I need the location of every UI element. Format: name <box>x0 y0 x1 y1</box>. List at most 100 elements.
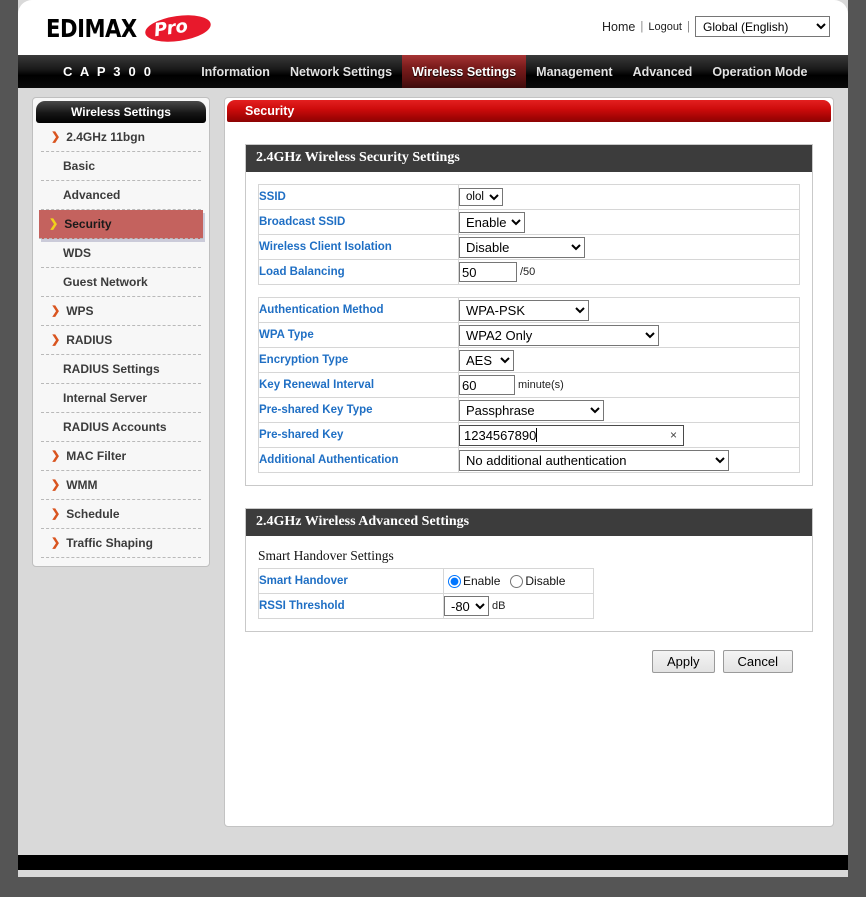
sidebar-item-basic[interactable]: Basic <box>41 152 201 181</box>
sidebar-item-advanced[interactable]: Advanced <box>41 181 201 210</box>
sidebar-list: ❯ 2.4GHz 11bgn Basic Advanced ❯ Security… <box>33 123 209 558</box>
encryption-type-label: Encryption Type <box>258 347 459 373</box>
sidebar-item-wmm[interactable]: ❯ WMM <box>41 471 201 500</box>
header-separator-2: | <box>687 20 690 33</box>
client-isolation-field-cell: Disable <box>458 234 800 260</box>
sidebar-item-label: Basic <box>63 159 96 173</box>
edimax-pro-logo: EDIMAX Pro <box>46 11 212 46</box>
sidebar-item-label: Advanced <box>63 188 121 202</box>
key-renewal-suffix: minute(s) <box>518 379 564 391</box>
auth-method-select[interactable]: WPA-PSK <box>459 299 589 321</box>
security-panel-title: 2.4GHz Wireless Security Settings <box>246 145 812 172</box>
clear-icon[interactable]: × <box>670 429 677 441</box>
logout-link[interactable]: Logout <box>648 21 682 33</box>
sidebar-item-label: 2.4GHz 11bgn <box>66 130 145 144</box>
sidebar-item-radius-settings[interactable]: RADIUS Settings <box>41 355 201 384</box>
smart-handover-table: Smart Handover Enable Disable RSSI Thres… <box>258 568 594 619</box>
sidebar-item-mac-filter[interactable]: ❯ MAC Filter <box>41 442 201 471</box>
header-links: Home | Logout | Global (English) <box>602 16 830 37</box>
sidebar-item-24ghz-11bgn[interactable]: ❯ 2.4GHz 11bgn <box>41 123 201 152</box>
load-balancing-suffix: /50 <box>520 266 536 278</box>
psk-type-select[interactable]: Passphrase <box>459 399 604 421</box>
encryption-type-select[interactable]: AES <box>459 349 514 371</box>
chevron-right-icon: ❯ <box>51 536 61 549</box>
table-row: RSSI Threshold -80 dB <box>258 593 594 619</box>
main-navigation: C A P 3 0 0 Information Network Settings… <box>18 55 848 91</box>
advanced-panel-body: Smart Handover Settings Smart Handover E… <box>246 536 812 631</box>
security-settings-panel: 2.4GHz Wireless Security Settings SSID o… <box>245 144 813 486</box>
load-balancing-input[interactable] <box>459 262 517 282</box>
apply-button[interactable]: Apply <box>652 650 715 673</box>
chevron-right-icon: ❯ <box>51 333 61 346</box>
table-row: Additional Authentication No additional … <box>258 447 800 473</box>
table-row: WPA Type WPA2 Only <box>258 322 800 348</box>
home-link[interactable]: Home <box>602 20 635 34</box>
psk-field-cell: 1234567890 × <box>458 422 800 448</box>
table-row: Broadcast SSID Enable <box>258 209 800 235</box>
auth-method-label: Authentication Method <box>258 297 459 323</box>
nav-item-information[interactable]: Information <box>191 55 280 88</box>
chevron-right-icon: ❯ <box>51 507 61 520</box>
nav-item-advanced[interactable]: Advanced <box>623 55 703 88</box>
wpa-type-select[interactable]: WPA2 Only <box>459 324 659 346</box>
sidebar: Wireless Settings ❯ 2.4GHz 11bgn Basic A… <box>32 97 210 567</box>
nav-item-management[interactable]: Management <box>526 55 622 88</box>
nav-item-wireless-settings[interactable]: Wireless Settings <box>402 55 527 88</box>
sidebar-item-internal-server[interactable]: Internal Server <box>41 384 201 413</box>
key-renewal-label: Key Renewal Interval <box>258 372 459 398</box>
nav-item-network-settings[interactable]: Network Settings <box>280 55 402 88</box>
wpa-type-field-cell: WPA2 Only <box>458 322 800 348</box>
table-row: Encryption Type AES <box>258 347 800 373</box>
sidebar-item-radius[interactable]: ❯ RADIUS <box>41 326 201 355</box>
table-row: Wireless Client Isolation Disable <box>258 234 800 260</box>
sidebar-item-label: WPS <box>66 304 94 318</box>
cancel-button[interactable]: Cancel <box>722 650 793 673</box>
sidebar-item-radius-accounts[interactable]: RADIUS Accounts <box>41 413 201 442</box>
additional-auth-select[interactable]: No additional authentication <box>459 449 729 471</box>
load-balancing-wrap: /50 <box>459 262 799 282</box>
chevron-right-icon: ❯ <box>51 130 61 143</box>
sidebar-item-label: WDS <box>63 246 91 260</box>
broadcast-ssid-select[interactable]: Enable <box>459 211 525 233</box>
psk-input[interactable]: 1234567890 × <box>459 424 684 446</box>
sidebar-item-schedule[interactable]: ❯ Schedule <box>41 500 201 529</box>
ssid-field-cell: olol <box>458 184 800 210</box>
security-group1-table: SSID olol Broadcast SSID Enable Wireless… <box>258 184 800 285</box>
form-actions: Apply Cancel <box>245 650 813 673</box>
key-renewal-input[interactable] <box>459 375 515 395</box>
advanced-settings-panel: 2.4GHz Wireless Advanced Settings Smart … <box>245 508 813 632</box>
nav-item-operation-mode[interactable]: Operation Mode <box>702 55 817 88</box>
sidebar-item-security[interactable]: ❯ Security <box>39 210 203 239</box>
nav-items: Information Network Settings Wireless Se… <box>191 55 817 88</box>
broadcast-ssid-label: Broadcast SSID <box>258 209 459 235</box>
additional-auth-label: Additional Authentication <box>258 447 459 473</box>
table-row: Smart Handover Enable Disable <box>258 568 594 594</box>
sidebar-item-guest-network[interactable]: Guest Network <box>41 268 201 297</box>
chevron-right-icon: ❯ <box>49 217 59 230</box>
chevron-right-icon: ❯ <box>51 304 61 317</box>
smart-handover-disable-radio[interactable] <box>510 574 524 588</box>
sidebar-item-traffic-shaping[interactable]: ❯ Traffic Shaping <box>41 529 201 558</box>
smart-handover-disable-option[interactable]: Disable <box>510 574 565 588</box>
content-panel: Security 2.4GHz Wireless Security Settin… <box>224 97 834 827</box>
language-select[interactable]: Global (English) <box>695 16 830 37</box>
sidebar-item-label: Guest Network <box>63 275 148 289</box>
brand-header: EDIMAX Pro Home | Logout | Global (Engli… <box>18 0 848 55</box>
ssid-select[interactable]: olol <box>459 188 503 206</box>
sidebar-item-wps[interactable]: ❯ WPS <box>41 297 201 326</box>
header-separator-1: | <box>640 20 644 33</box>
client-isolation-select[interactable]: Disable <box>459 236 585 258</box>
sidebar-item-wds[interactable]: WDS <box>41 239 201 268</box>
psk-type-label: Pre-shared Key Type <box>258 397 459 423</box>
content-inner: 2.4GHz Wireless Security Settings SSID o… <box>225 122 833 673</box>
browser-page: EDIMAX Pro Home | Logout | Global (Engli… <box>18 0 848 877</box>
load-balancing-label: Load Balancing <box>258 259 459 285</box>
device-model: C A P 3 0 0 <box>63 64 154 79</box>
smart-handover-enable-radio[interactable] <box>448 574 461 588</box>
rssi-threshold-select[interactable]: -80 <box>444 596 489 616</box>
smart-handover-label: Smart Handover <box>258 568 444 594</box>
table-row: Authentication Method WPA-PSK <box>258 297 800 323</box>
table-row: Load Balancing /50 <box>258 259 800 285</box>
sidebar-item-label: Traffic Shaping <box>66 536 153 550</box>
smart-handover-enable-option[interactable]: Enable <box>448 574 500 588</box>
